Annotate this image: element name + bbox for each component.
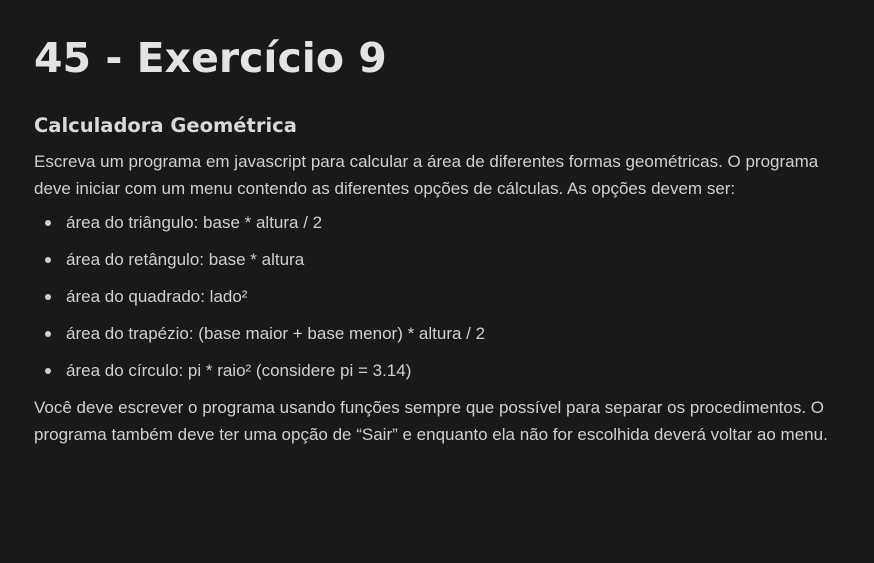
option-text: área do trapézio: (base maior + base men… bbox=[66, 323, 486, 343]
list-item: área do retângulo: base * altura bbox=[34, 246, 840, 273]
outro-paragraph: Você deve escrever o programa usando fun… bbox=[34, 397, 828, 444]
section-title: Calculadora Geométrica bbox=[34, 114, 297, 137]
list-item: área do quadrado: lado² bbox=[34, 283, 840, 310]
option-text: área do triângulo: base * altura / 2 bbox=[66, 212, 323, 232]
list-item: área do círculo: pi * raio² (considere p… bbox=[34, 357, 840, 384]
option-text: área do retângulo: base * altura bbox=[66, 249, 305, 269]
option-text: área do quadrado: lado² bbox=[66, 286, 248, 306]
bullet-icon bbox=[45, 293, 51, 300]
list-item: área do trapézio: (base maior + base men… bbox=[34, 320, 840, 347]
bullet-icon bbox=[45, 256, 51, 263]
bullet-icon bbox=[45, 330, 51, 337]
options-list: área do triângulo: base * altura / 2 áre… bbox=[34, 209, 840, 384]
page-title: 45 - Exercício 9 bbox=[34, 34, 387, 82]
bullet-icon bbox=[45, 219, 51, 226]
bullet-icon bbox=[45, 367, 51, 374]
option-text: área do círculo: pi * raio² (considere p… bbox=[66, 360, 412, 380]
intro-paragraph: Escreva um programa em javascript para c… bbox=[34, 152, 819, 199]
document-page: 45 - Exercício 9 Calculadora Geométrica … bbox=[0, 0, 874, 563]
list-item: área do triângulo: base * altura / 2 bbox=[34, 209, 840, 236]
